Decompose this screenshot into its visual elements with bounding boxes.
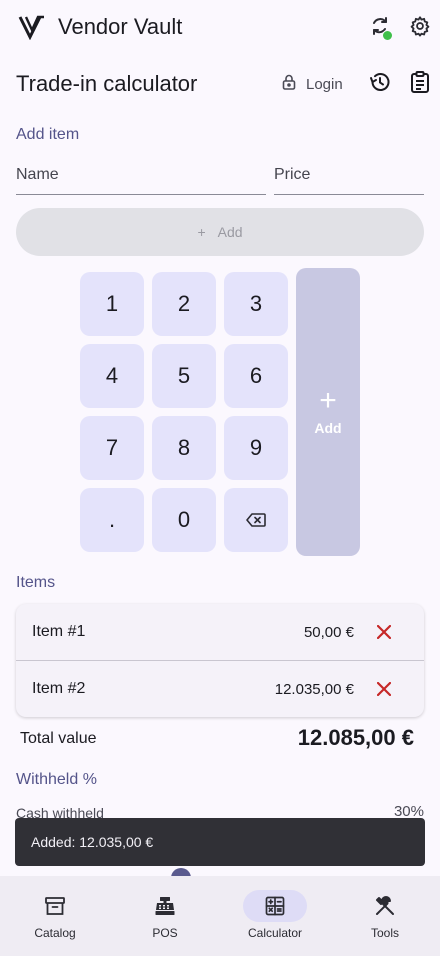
key-backspace[interactable] (224, 488, 288, 552)
withheld-section-label: Withheld % (16, 771, 97, 788)
history-button[interactable] (364, 68, 396, 100)
total-label: Total value (20, 730, 97, 747)
clipboard-icon (409, 70, 431, 99)
keypad-add-button[interactable]: + Add (296, 268, 360, 556)
add-item-button-label: Add (217, 224, 243, 240)
key-7[interactable]: 7 (80, 416, 144, 480)
key-1[interactable]: 1 (80, 272, 144, 336)
item-price: 12.035,00 € (274, 680, 354, 698)
key-0[interactable]: 0 (152, 488, 216, 552)
gear-icon (409, 15, 431, 42)
nav-item-pos[interactable]: POS (110, 876, 220, 956)
key-6[interactable]: 6 (224, 344, 288, 408)
nav-label-pos: POS (152, 926, 178, 940)
add-item-button[interactable]: + Add (16, 208, 424, 256)
nav-item-tools[interactable]: Tools (330, 876, 440, 956)
nav-item-calculator[interactable]: Calculator (220, 876, 330, 956)
sync-status-dot (382, 30, 393, 41)
item-name: Item #1 (32, 623, 86, 640)
total-value: 12.085,00 € (297, 725, 414, 750)
calculator-icon (243, 890, 307, 922)
list-item: Item #2 12.035,00 € (16, 661, 424, 717)
snackbar-message: Added: 12.035,00 € (31, 834, 154, 850)
clipboard-button[interactable] (404, 68, 436, 100)
plus-icon: + (319, 384, 337, 417)
list-item: Item #1 50,00 € (16, 604, 424, 661)
key-4[interactable]: 4 (80, 344, 144, 408)
nav-label-catalog: Catalog (34, 926, 76, 940)
page-title: Trade-in calculator (16, 71, 198, 96)
nav-label-tools: Tools (370, 926, 399, 940)
close-icon (377, 625, 391, 639)
settings-button[interactable] (404, 12, 436, 44)
keypad-add-label: Add (314, 420, 342, 436)
plus-icon: + (197, 224, 206, 240)
key-decimal[interactable]: . (80, 488, 144, 552)
close-icon (377, 682, 391, 696)
delete-item-button[interactable] (372, 677, 396, 701)
price-field[interactable]: Price (274, 166, 424, 195)
backspace-icon (246, 507, 266, 533)
key-2[interactable]: 2 (152, 272, 216, 336)
nav-label-calculator: Calculator (247, 926, 303, 940)
items-section-label: Items (16, 574, 56, 591)
bottom-navigation: Catalog POS Calculator Tools (0, 876, 440, 956)
login-button[interactable]: Login (282, 72, 343, 96)
login-label: Login (306, 75, 343, 93)
history-icon (368, 70, 392, 99)
vendor-vault-logo-icon (18, 14, 46, 41)
item-name: Item #2 (32, 680, 86, 697)
cash-register-icon (133, 890, 197, 922)
item-price: 50,00 € (303, 623, 354, 641)
lock-icon (282, 74, 296, 94)
name-field[interactable]: Name (16, 166, 266, 195)
nav-item-catalog[interactable]: Catalog (0, 876, 110, 956)
key-8[interactable]: 8 (152, 416, 216, 480)
key-3[interactable]: 3 (224, 272, 288, 336)
delete-item-button[interactable] (372, 620, 396, 644)
key-9[interactable]: 9 (224, 416, 288, 480)
archive-icon (23, 890, 87, 922)
items-list: Item #1 50,00 € Item #2 12.035,00 € (16, 604, 424, 717)
tools-icon (353, 890, 417, 922)
key-5[interactable]: 5 (152, 344, 216, 408)
app-title: Vendor Vault (58, 14, 183, 39)
add-item-section-label: Add item (16, 126, 80, 143)
snackbar: Added: 12.035,00 € (15, 818, 425, 866)
app-bar: Vendor Vault (0, 0, 440, 56)
